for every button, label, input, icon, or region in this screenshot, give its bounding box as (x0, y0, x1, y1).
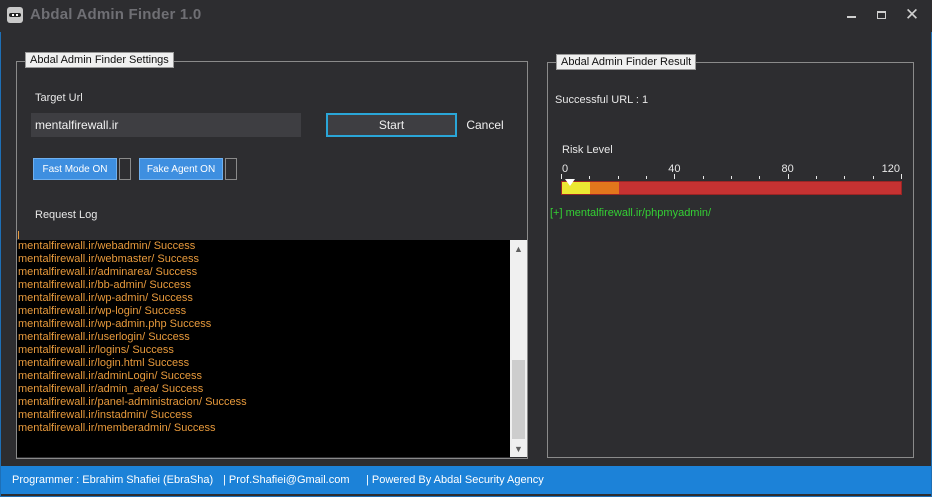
start-button[interactable]: Start (326, 113, 457, 137)
ninja-app-icon (7, 7, 23, 23)
risk-scale-major-tick (561, 174, 562, 179)
risk-scale-major-tick (674, 174, 676, 179)
result-group (547, 62, 914, 458)
found-admin-entry: [+] mentalfirewall.ir/phpmyadmin/ (550, 207, 712, 219)
log-entry: mentalfirewall.ir/panel-administracion/ … (18, 396, 247, 408)
log-entry: mentalfirewall.ir/login.html Success (18, 357, 190, 369)
maximize-button[interactable] (866, 0, 896, 30)
close-button[interactable]: ✕ (897, 0, 927, 30)
log-entry: mentalfirewall.ir/wp-admin.php Success (18, 318, 212, 330)
successful-url-label: Successful URL : (555, 94, 639, 106)
risk-pointer-icon (564, 179, 575, 186)
minimize-icon (846, 16, 856, 18)
risk-scale-tick-label: 120 (881, 163, 900, 175)
result-group-title: Abdal Admin Finder Result (556, 54, 697, 70)
risk-scale-major-tick (787, 174, 789, 179)
risk-scale-major-tick (901, 174, 902, 179)
fake-agent-toggle[interactable]: Fake Agent ON (139, 158, 237, 180)
log-scrollbar[interactable]: ▲ ▼ (510, 240, 527, 457)
log-scroll-thumb[interactable] (512, 360, 525, 439)
successful-url-count: 1 (642, 94, 649, 106)
risk-scale-minor-tick (646, 176, 647, 179)
status-powered-by: | Powered By Abdal Security Agency (366, 474, 544, 486)
status-programmer: Programmer : Ebrahim Shafiei (EbraSha) (12, 474, 214, 486)
risk-scale-minor-tick (731, 176, 732, 179)
log-entry: mentalfirewall.ir/webadmin/ Success (18, 240, 196, 252)
status-bar: Programmer : Ebrahim Shafiei (EbraSha) |… (1, 466, 931, 494)
window-title: Abdal Admin Finder 1.0 (30, 6, 202, 23)
log-entry: mentalfirewall.ir/wp-admin/ Success (18, 292, 193, 304)
log-entry: mentalfirewall.ir/admin_area/ Success (18, 383, 204, 395)
risk-level-label: Risk Level (562, 144, 613, 156)
fake-agent-toggle-label: Fake Agent ON (139, 158, 223, 180)
scroll-up-arrow-icon[interactable]: ▲ (510, 240, 527, 257)
settings-group-title: Abdal Admin Finder Settings (25, 52, 174, 68)
risk-scale-minor-tick (702, 176, 704, 179)
log-entry: mentalfirewall.ir/adminLogin/ Success (18, 370, 203, 382)
risk-scale-minor-tick (844, 176, 846, 179)
fast-mode-toggle[interactable]: Fast Mode ON (33, 158, 132, 180)
risk-scale-minor-tick (589, 176, 591, 179)
risk-scale-minor-tick (872, 176, 874, 179)
cancel-button[interactable]: Cancel (463, 113, 507, 137)
risk-gauge-bar (561, 181, 902, 195)
risk-scale-tick-label: 0 (562, 163, 569, 175)
log-entry: mentalfirewall.ir/webmaster/ Success (18, 253, 199, 265)
log-entry: mentalfirewall.ir/bb-admin/ Success (18, 279, 192, 291)
log-entry: mentalfirewall.ir/logins/ Success (18, 344, 174, 356)
risk-scale-minor-tick (617, 176, 619, 179)
risk-scale-minor-tick (816, 176, 817, 179)
fast-mode-toggle-label: Fast Mode ON (33, 158, 117, 180)
target-url-input[interactable] (31, 113, 301, 137)
risk-scale-minor-tick (759, 176, 761, 179)
log-caret (18, 231, 19, 239)
target-url-label: Target Url (35, 92, 83, 104)
log-entry: mentalfirewall.ir/instadmin/ Success (18, 409, 193, 421)
risk-gauge-scale: 0 40 80 120 (561, 163, 903, 179)
fast-mode-toggle-knob[interactable] (119, 158, 131, 180)
status-email: | Prof.Shafiei@Gmail.com (223, 474, 350, 486)
log-entry: mentalfirewall.ir/adminarea/ Success (18, 266, 198, 278)
log-entry: mentalfirewall.ir/userlogin/ Success (18, 331, 190, 343)
fake-agent-toggle-knob[interactable] (225, 158, 237, 180)
risk-segment-medium (590, 182, 619, 194)
minimize-button[interactable] (836, 0, 866, 30)
title-bar[interactable]: Abdal Admin Finder 1.0 ✕ (0, 0, 932, 32)
request-log-label: Request Log (35, 209, 98, 221)
log-entry: mentalfirewall.ir/memberadmin/ Success (18, 422, 216, 434)
maximize-icon (876, 11, 886, 19)
scroll-down-arrow-icon[interactable]: ▼ (510, 440, 527, 457)
log-entry: mentalfirewall.ir/wp-login/ Success (18, 305, 187, 317)
close-icon: ✕ (904, 5, 920, 24)
request-log-list: mentalfirewall.ir/webadmin/ Success menta… (18, 240, 247, 435)
request-log-box[interactable]: mentalfirewall.ir/webadmin/ Success menta… (17, 240, 527, 457)
